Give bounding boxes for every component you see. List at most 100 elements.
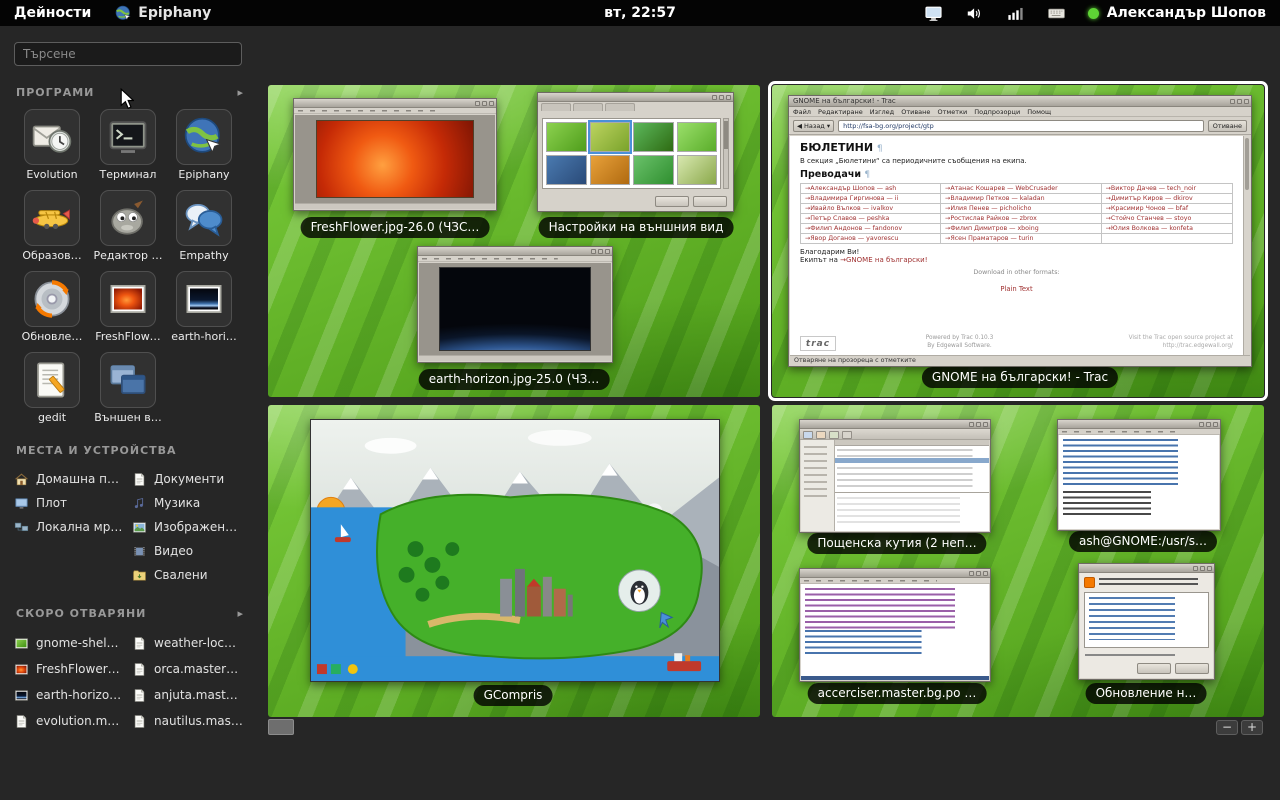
table-cell[interactable]: →Филип Димитров — xboing — [941, 224, 1102, 234]
place-item-video[interactable]: Видео — [132, 539, 250, 563]
recent-item-freshflower[interactable]: FreshFlower… — [14, 656, 132, 682]
gcompris-scene — [311, 420, 719, 681]
table-cell[interactable]: →Петър Славов — peshka — [801, 214, 941, 224]
app-item-freshflower[interactable]: FreshFlow… — [90, 271, 166, 343]
display-icon[interactable] — [924, 4, 943, 23]
table-cell[interactable]: →Филип Андонов — fandonov — [801, 224, 941, 234]
window-evolution-mail[interactable] — [799, 419, 991, 533]
app-item-gedit[interactable]: gedit — [14, 352, 90, 424]
workspace-switcher-tab[interactable] — [268, 719, 294, 735]
place-item-music[interactable]: Музика — [132, 491, 250, 515]
chevron-right-icon[interactable]: ▸ — [237, 86, 244, 99]
table-cell[interactable]: →Явор Доганов — yavorescu — [801, 234, 941, 244]
app-label: gedit — [14, 411, 90, 424]
app-item-empathy[interactable]: Empathy — [166, 190, 242, 262]
documents-icon — [132, 472, 147, 487]
recent-list: gnome-shel… FreshFlower… earth-horizo… e… — [14, 630, 250, 734]
recent-item-weather-locations[interactable]: weather-loc… — [132, 630, 250, 656]
table-cell[interactable] — [1101, 234, 1232, 244]
recent-item-nautilus-po[interactable]: nautilus.mas… — [132, 708, 250, 734]
window-epiphany-trac[interactable]: GNOME на български! - Trac Файл Редактир… — [788, 95, 1252, 367]
window-appearance-settings[interactable] — [537, 92, 734, 212]
dialog-button — [693, 196, 727, 207]
table-cell[interactable]: →Александър Шопов — ash — [801, 184, 941, 194]
recent-label: earth-horizo… — [36, 688, 121, 702]
place-item-home[interactable]: Домашна п… — [14, 467, 132, 491]
app-item-appearance[interactable]: Външен в… — [90, 352, 166, 424]
network-signal-icon[interactable] — [1006, 4, 1025, 23]
app-item-earth-horizon[interactable]: earth-hori… — [166, 271, 242, 343]
dialog-buttons — [1137, 663, 1209, 674]
recent-item-anjuta-po[interactable]: anjuta.mast… — [132, 682, 250, 708]
wallpaper-thumbnail — [590, 122, 631, 152]
app-menu[interactable]: Epiphany — [105, 5, 221, 22]
window-title-pill: Обновление н… — [1086, 683, 1207, 704]
recent-label: gnome-shel… — [36, 636, 119, 650]
page-paragraph: В секция „Бюлетини“ са периодичните съоб… — [800, 157, 1233, 165]
plain-text-link[interactable]: Plain Text — [1000, 285, 1032, 293]
window-vim-po-file[interactable] — [799, 568, 991, 682]
programs-heading: ПРОГРАМИ — [16, 86, 94, 99]
window-gcompris[interactable] — [310, 419, 720, 682]
window-freshflower-gimp[interactable] — [293, 98, 497, 211]
place-item-documents[interactable]: Документи — [132, 467, 250, 491]
app-item-gcompris[interactable]: Образов… — [14, 190, 90, 262]
recent-item-orca-po[interactable]: orca.master… — [132, 656, 250, 682]
go-button[interactable]: Отиване — [1208, 120, 1247, 132]
app-item-evolution[interactable]: Evolution — [14, 109, 90, 181]
back-arrow-icon: ◀ — [797, 122, 802, 130]
recent-item-earth-horizon[interactable]: earth-horizo… — [14, 682, 132, 708]
table-cell[interactable]: →Стойчо Станчев — stoyo — [1101, 214, 1232, 224]
table-cell[interactable]: →Виктор Дачев — tech_noir — [1101, 184, 1232, 194]
window-terminal[interactable] — [1057, 419, 1221, 531]
toolbar-button — [816, 431, 826, 439]
address-bar[interactable]: http://fsa-bg.org/project/gtp — [838, 120, 1204, 132]
app-item-gimp[interactable]: Редактор … — [90, 190, 166, 262]
back-button[interactable]: ◀Назад▾ — [793, 120, 834, 132]
window-button — [605, 249, 610, 254]
user-menu[interactable]: Александър Шопов — [1088, 5, 1266, 21]
workspace-3[interactable]: GCompris — [268, 405, 760, 717]
window-earth-horizon-gimp[interactable] — [417, 246, 613, 363]
user-name: Александър Шопов — [1107, 5, 1266, 21]
table-cell[interactable]: →Владимира Гиргинова — ii — [801, 194, 941, 204]
table-cell[interactable]: →Димитър Киров — dkirov — [1101, 194, 1232, 204]
clock[interactable]: вт, 22:57 — [604, 5, 676, 21]
chevron-right-icon[interactable]: ▸ — [237, 607, 244, 620]
workspace-2-active[interactable]: GNOME на български! - Trac Файл Редактир… — [772, 85, 1264, 397]
place-item-pictures[interactable]: Изображен… — [132, 515, 250, 539]
recent-item-gnome-shell[interactable]: gnome-shel… — [14, 630, 132, 656]
place-item-desktop[interactable]: Плот — [14, 491, 132, 515]
text-file-icon — [132, 662, 147, 677]
window-button — [1230, 99, 1235, 104]
recent-item-evolution-po[interactable]: evolution.m… — [14, 708, 132, 734]
table-cell[interactable]: →Ростислав Райков — zbrox — [941, 214, 1102, 224]
table-cell[interactable]: →Атанас Кошарев — WebCrusader — [941, 184, 1102, 194]
team-link[interactable]: →GNOME на български! — [840, 256, 927, 264]
volume-icon[interactable] — [965, 4, 984, 23]
activities-button[interactable]: Дейности — [0, 0, 105, 26]
keyboard-icon[interactable] — [1047, 4, 1066, 23]
table-cell[interactable]: →Ясен Праматаров — turin — [941, 234, 1102, 244]
table-cell[interactable]: →Илия Пенев — picholicho — [941, 204, 1102, 214]
remove-workspace-button[interactable]: − — [1216, 720, 1238, 735]
app-item-software-update[interactable]: Обновле… — [14, 271, 90, 343]
music-icon — [132, 496, 147, 511]
toolbar-button — [842, 431, 852, 439]
place-item-network[interactable]: Локална мр… — [14, 515, 132, 539]
window-button — [1193, 566, 1198, 571]
scrollbar[interactable] — [1243, 136, 1250, 355]
table-cell[interactable]: →Красимир Чонов — bfaf — [1101, 204, 1232, 214]
dash-sidebar: ПРОГРАМИ ▸ Evolution Терминал Epiphany О… — [0, 26, 260, 800]
app-item-terminal[interactable]: Терминал — [90, 109, 166, 181]
workspace-1[interactable]: FreshFlower.jpg-26.0 (ЧЗС… Настройки на … — [268, 85, 760, 397]
workspace-4[interactable]: Пощенска кутия (2 неп… ash@GNOME:/usr/s…… — [772, 405, 1264, 717]
search-input[interactable] — [14, 42, 242, 66]
table-cell[interactable]: →Владимир Петков — kaladan — [941, 194, 1102, 204]
place-item-downloads[interactable]: Свалени — [132, 563, 250, 587]
add-workspace-button[interactable]: + — [1241, 720, 1263, 735]
app-item-epiphany[interactable]: Epiphany — [166, 109, 242, 181]
table-cell[interactable]: →Юлия Волкова — konfeta — [1101, 224, 1232, 234]
table-cell[interactable]: →Ивайло Вълков — ivalkov — [801, 204, 941, 214]
window-update-manager[interactable] — [1078, 563, 1215, 680]
